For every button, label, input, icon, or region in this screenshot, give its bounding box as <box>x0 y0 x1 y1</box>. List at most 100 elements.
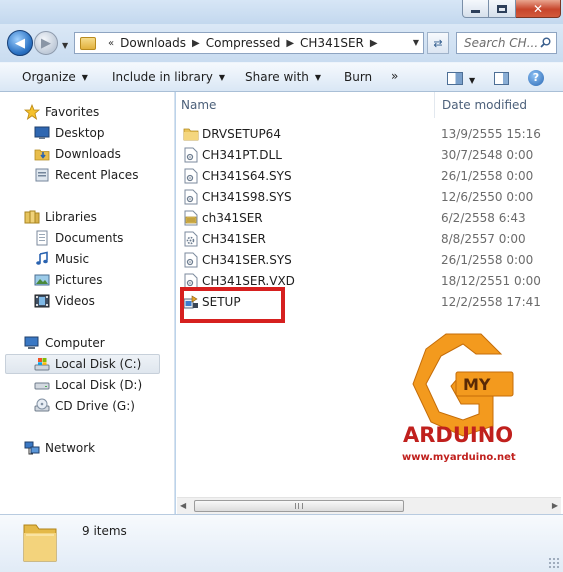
include-in-library-button[interactable]: Include in library ▼ <box>112 70 225 84</box>
scroll-thumb[interactable] <box>194 500 404 512</box>
breadcrumb-compressed[interactable]: Compressed <box>206 36 281 50</box>
scroll-right-icon[interactable]: ▶ <box>552 501 558 510</box>
desktop-icon <box>34 126 50 139</box>
change-view-icon[interactable] <box>447 72 463 85</box>
sys-file-icon <box>184 189 198 205</box>
nav-item-cd-drive-g[interactable]: CD Drive (G:) <box>0 396 173 416</box>
file-row[interactable]: CH341PT.DLL 30/7/2548 0:00 <box>176 145 563 166</box>
horizontal-scrollbar[interactable]: ◀ ▶ <box>177 497 561 514</box>
svg-text:www.myarduino.net: www.myarduino.net <box>402 452 516 463</box>
cd-drive-icon <box>34 398 50 412</box>
back-button[interactable]: ◀ <box>7 30 33 56</box>
network-icon <box>24 441 40 455</box>
more-commands-button[interactable]: » <box>391 69 398 83</box>
help-icon[interactable]: ? <box>528 70 544 86</box>
search-placeholder: Search CH... <box>464 36 539 50</box>
search-icon[interactable] <box>540 37 551 48</box>
nav-libraries[interactable]: Libraries <box>0 207 173 227</box>
highlight-box <box>180 287 285 323</box>
file-row[interactable]: CH341SER.SYS 26/1/2558 0:00 <box>176 250 563 271</box>
folder-icon <box>80 36 96 50</box>
videos-icon <box>34 294 50 308</box>
details-pane: 9 items <box>0 514 563 572</box>
item-count: 9 items <box>82 524 127 538</box>
nav-favorites[interactable]: Favorites <box>0 102 173 122</box>
search-input[interactable]: Search CH... <box>456 32 557 54</box>
nav-item-recent-places[interactable]: Recent Places <box>0 165 173 185</box>
folder-icon <box>23 524 57 562</box>
breadcrumb-overflow[interactable]: « <box>108 38 114 49</box>
catalog-file-icon <box>184 210 198 226</box>
column-header-name[interactable]: Name <box>181 98 216 112</box>
caption-buttons: ✕ <box>462 0 561 18</box>
file-row[interactable]: CH341SER 8/8/2557 0:00 <box>176 229 563 250</box>
myarduino-logo: MY ARDUINO www.myarduino.net <box>402 333 516 463</box>
nav-item-local-disk-d[interactable]: Local Disk (D:) <box>0 375 173 395</box>
chevron-down-icon: ▼ <box>81 73 88 82</box>
svg-text:ARDUINO: ARDUINO <box>403 423 513 447</box>
column-header-date-modified[interactable]: Date modified <box>442 98 527 112</box>
libraries-icon <box>24 210 40 224</box>
nav-item-videos[interactable]: Videos <box>0 291 173 311</box>
address-bar[interactable]: « Downloads ▶ Compressed ▶ CH341SER ▶ ▼ <box>74 32 424 54</box>
chevron-right-icon[interactable]: ▶ <box>286 38 294 49</box>
maximize-button[interactable] <box>489 0 516 18</box>
nav-item-documents[interactable]: Documents <box>0 228 173 248</box>
share-with-button[interactable]: Share with ▼ <box>245 70 321 84</box>
arrow-left-icon: ◀ <box>15 35 25 51</box>
file-list: Name Date modified DRVSETUP64 13/9/2555 … <box>176 92 563 514</box>
command-bar: Organize ▼ Include in library ▼ Share with… <box>0 62 563 92</box>
address-dropdown-icon[interactable]: ▼ <box>413 38 419 47</box>
music-icon <box>36 251 48 265</box>
minimize-button[interactable] <box>462 0 489 18</box>
chevron-right-icon[interactable]: ▶ <box>192 38 200 49</box>
organize-button[interactable]: Organize ▼ <box>22 70 88 84</box>
nav-item-downloads[interactable]: Downloads <box>0 144 173 164</box>
refresh-button[interactable]: ⇄ <box>427 32 449 54</box>
resize-grip[interactable] <box>548 557 559 568</box>
close-button[interactable]: ✕ <box>516 0 561 18</box>
pictures-icon <box>34 274 50 286</box>
file-row[interactable]: ch341SER 6/2/2558 6:43 <box>176 208 563 229</box>
nav-item-local-disk-c[interactable]: Local Disk (C:) <box>5 354 160 374</box>
documents-icon <box>36 230 48 246</box>
recent-pages-dropdown[interactable]: ▼ <box>62 41 68 50</box>
breadcrumb-downloads[interactable]: Downloads <box>120 36 186 50</box>
scroll-left-icon[interactable]: ◀ <box>180 501 186 510</box>
nav-item-desktop[interactable]: Desktop <box>0 123 173 143</box>
file-row[interactable]: CH341S98.SYS 12/6/2550 0:00 <box>176 187 563 208</box>
view-options-dropdown[interactable]: ▼ <box>469 76 475 85</box>
system-drive-icon <box>34 358 50 371</box>
sys-file-icon <box>184 168 198 184</box>
breadcrumb: « Downloads ▶ Compressed ▶ CH341SER ▶ <box>102 36 384 50</box>
chevron-down-icon: ▼ <box>314 73 322 82</box>
breadcrumb-ch341ser[interactable]: CH341SER <box>300 36 364 50</box>
forward-button[interactable]: ▶ <box>34 31 58 55</box>
minimize-icon <box>471 10 480 13</box>
dll-file-icon <box>184 147 198 163</box>
file-row[interactable]: CH341S64.SYS 26/1/2558 0:00 <box>176 166 563 187</box>
column-divider[interactable] <box>434 92 435 118</box>
nav-item-pictures[interactable]: Pictures <box>0 270 173 290</box>
nav-item-music[interactable]: Music <box>0 249 173 269</box>
settings-file-icon <box>184 231 198 247</box>
nav-network[interactable]: Network <box>0 438 173 458</box>
arrow-right-icon: ▶ <box>41 35 51 51</box>
title-bar: ✕ <box>0 0 563 24</box>
sys-file-icon <box>184 252 198 268</box>
folder-icon <box>183 128 199 141</box>
hard-drive-icon <box>34 382 50 390</box>
navigation-bar: ◀ ▶ ▼ « Downloads ▶ Compressed ▶ CH341SE… <box>0 24 563 62</box>
preview-pane-icon[interactable] <box>494 72 509 85</box>
recent-places-icon <box>35 168 49 182</box>
star-icon <box>24 104 40 120</box>
chevron-down-icon: ▼ <box>218 73 226 82</box>
maximize-icon <box>497 4 507 13</box>
chevron-right-icon[interactable]: ▶ <box>370 38 378 49</box>
file-row[interactable]: DRVSETUP64 13/9/2555 15:16 <box>176 124 563 145</box>
refresh-icon: ⇄ <box>433 36 443 50</box>
burn-button[interactable]: Burn <box>344 70 372 84</box>
computer-icon <box>24 336 39 349</box>
svg-text:MY: MY <box>463 375 491 394</box>
nav-computer[interactable]: Computer <box>0 333 173 353</box>
